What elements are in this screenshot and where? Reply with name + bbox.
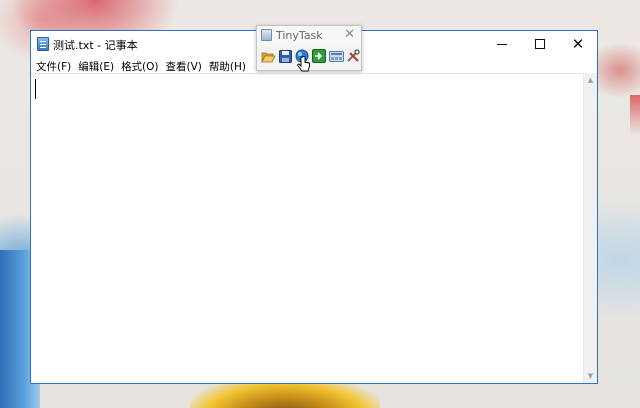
play-icon[interactable] xyxy=(311,48,327,64)
tinytask-close-icon[interactable]: ✕ xyxy=(344,27,355,42)
scroll-up-arrow-icon[interactable]: ▲ xyxy=(584,73,597,87)
save-icon[interactable] xyxy=(277,48,293,64)
compile-icon[interactable] xyxy=(328,48,344,64)
text-editor-area[interactable] xyxy=(31,73,583,383)
vertical-scrollbar[interactable]: ▲ ▼ xyxy=(583,73,597,383)
wallpaper-red-splash xyxy=(630,95,640,135)
tinytask-app-icon xyxy=(261,29,272,41)
maximize-button[interactable] xyxy=(521,31,559,57)
tinytask-titlebar[interactable]: TinyTask ✕ xyxy=(257,26,361,46)
notepad-icon xyxy=(37,37,49,51)
minimize-icon xyxy=(497,43,507,45)
window-title: 测试.txt - 记事本 xyxy=(53,39,138,52)
text-caret xyxy=(35,79,36,99)
tinytask-title: TinyTask xyxy=(276,29,323,42)
minimize-button[interactable] xyxy=(483,31,521,57)
notepad-window: 测试.txt - 记事本 ✕ 文件(F) 编辑(E) 格式(O) 查看(V) 帮… xyxy=(30,30,598,384)
hand-cursor-icon xyxy=(297,56,310,72)
open-icon[interactable] xyxy=(260,48,276,64)
prefs-icon[interactable] xyxy=(345,48,361,64)
close-icon: ✕ xyxy=(571,34,585,53)
close-button[interactable]: ✕ xyxy=(559,31,597,57)
scroll-down-arrow-icon[interactable]: ▼ xyxy=(584,369,597,383)
maximize-icon xyxy=(535,39,545,49)
